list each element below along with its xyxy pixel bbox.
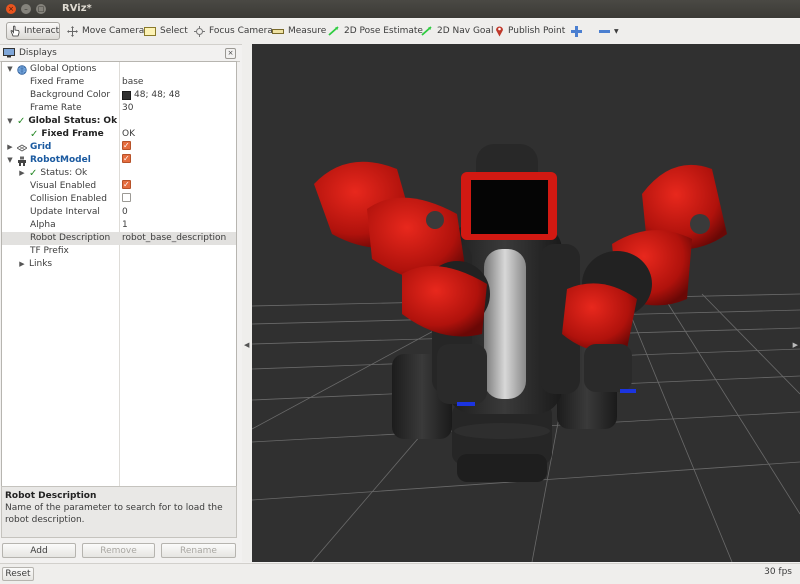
color-value[interactable]: 48; 48; 48 bbox=[122, 89, 180, 102]
check-icon: ✓ bbox=[29, 168, 38, 179]
visual-enabled-checkbox[interactable] bbox=[122, 178, 131, 191]
property-label: Background Color bbox=[30, 90, 111, 100]
window-title: RViz* bbox=[62, 3, 92, 14]
grid-icon bbox=[17, 144, 27, 151]
property-label: Collision Enabled bbox=[30, 194, 107, 204]
map-pin-icon bbox=[496, 26, 503, 37]
add-tool-button[interactable] bbox=[568, 22, 585, 40]
description-text: Name of the parameter to search for to l… bbox=[5, 503, 223, 525]
tree-row-global-options[interactable]: ▼ Global Options bbox=[2, 63, 236, 76]
pose-arrow-icon bbox=[328, 26, 339, 36]
hand-cursor-icon bbox=[10, 25, 20, 37]
tree-row-links[interactable]: ▶ Links bbox=[2, 258, 236, 271]
title-bar: × – □ RViz* bbox=[0, 0, 800, 18]
displays-panel: Displays × ▼ Global Options Fixed Frame … bbox=[0, 44, 240, 564]
tree-row-robot-description[interactable]: Robot Description robot_base_description bbox=[2, 232, 236, 245]
panel-close-icon[interactable]: × bbox=[225, 48, 236, 59]
tool-2d-nav-goal[interactable]: 2D Nav Goal bbox=[418, 22, 496, 40]
reset-button[interactable]: Reset bbox=[2, 567, 34, 581]
panel-splitter[interactable]: ◀ bbox=[242, 44, 252, 562]
robot-model-icon bbox=[18, 156, 26, 166]
monitor-icon bbox=[3, 47, 15, 57]
property-value[interactable]: robot_base_description bbox=[122, 232, 226, 245]
tree-row-collision-enabled[interactable]: Collision Enabled bbox=[2, 193, 236, 206]
tree-row-robotmodel[interactable]: ▼ RobotModel bbox=[2, 152, 236, 167]
property-label: Fixed Frame bbox=[30, 77, 85, 87]
rename-button[interactable]: Rename bbox=[161, 543, 236, 558]
chevron-down-icon: ▼ bbox=[614, 27, 619, 35]
robot-scene bbox=[252, 144, 800, 562]
minus-icon bbox=[599, 29, 610, 33]
tool-2d-pose-estimate[interactable]: 2D Pose Estimate bbox=[325, 22, 426, 40]
nav-arrow-icon bbox=[421, 26, 432, 36]
panel-title: Displays bbox=[19, 47, 57, 58]
grid-enabled-checkbox[interactable] bbox=[122, 139, 131, 152]
expand-arrow-icon[interactable]: ▶ bbox=[18, 258, 26, 271]
move-camera-icon bbox=[67, 25, 78, 37]
property-value[interactable]: 0 bbox=[122, 206, 128, 219]
tree-row-frame-rate[interactable]: Frame Rate 30 bbox=[2, 102, 236, 115]
tool-select[interactable]: Select bbox=[141, 22, 191, 40]
property-label: Robot Description bbox=[30, 233, 111, 243]
globe-icon bbox=[17, 64, 27, 75]
tree-row-update-interval[interactable]: Update Interval 0 bbox=[2, 206, 236, 219]
property-value[interactable]: base bbox=[122, 76, 143, 89]
tool-publish-point[interactable]: Publish Point bbox=[492, 22, 568, 40]
ruler-icon bbox=[272, 28, 284, 34]
property-value[interactable]: 30 bbox=[122, 102, 133, 115]
minimize-window-icon[interactable]: – bbox=[21, 4, 31, 14]
expand-arrow-icon[interactable]: ▼ bbox=[6, 115, 14, 128]
property-label: Alpha bbox=[30, 220, 56, 230]
property-label: Frame Rate bbox=[30, 103, 82, 113]
maximize-window-icon[interactable]: □ bbox=[36, 4, 46, 14]
collapse-right-arrow-icon[interactable]: ▶ bbox=[793, 341, 798, 349]
tool-measure[interactable]: Measure bbox=[269, 22, 329, 40]
tree-row-grid[interactable]: ▶ Grid bbox=[2, 139, 236, 154]
select-box-icon bbox=[144, 26, 156, 36]
tool-move-camera[interactable]: Move Camera bbox=[64, 22, 147, 40]
tree-row-background-color[interactable]: Background Color 48; 48; 48 bbox=[2, 89, 236, 102]
property-label: Update Interval bbox=[30, 207, 100, 217]
focus-camera-icon bbox=[194, 25, 205, 37]
remove-button[interactable]: Remove bbox=[82, 543, 155, 558]
tree-row-visual-enabled[interactable]: Visual Enabled bbox=[2, 178, 236, 193]
check-icon: ✓ bbox=[30, 129, 39, 140]
expand-arrow-icon[interactable]: ▶ bbox=[18, 167, 26, 180]
check-icon: ✓ bbox=[17, 116, 26, 127]
displays-tree: ▼ Global Options Fixed Frame base Backgr… bbox=[1, 61, 237, 526]
tree-row-global-status[interactable]: ▼ ✓ Global Status: Ok bbox=[2, 115, 236, 128]
expand-arrow-icon[interactable]: ▼ bbox=[6, 63, 14, 76]
tree-row-fixed-frame-status[interactable]: ✓ Fixed Frame OK bbox=[2, 128, 236, 141]
add-button[interactable]: Add bbox=[2, 543, 76, 558]
expand-arrow-icon[interactable]: ▼ bbox=[6, 154, 14, 167]
robot-head-screen bbox=[461, 172, 557, 240]
status-bar: Reset 30 fps bbox=[0, 563, 800, 584]
robotmodel-enabled-checkbox[interactable] bbox=[122, 152, 131, 165]
tree-row-status-ok[interactable]: ▶ ✓ Status: Ok bbox=[2, 167, 236, 180]
property-label: TF Prefix bbox=[30, 246, 69, 256]
plus-icon bbox=[571, 25, 582, 37]
property-label: Visual Enabled bbox=[30, 181, 97, 191]
property-description: Robot Description Name of the parameter … bbox=[1, 486, 237, 538]
tool-focus-camera[interactable]: Focus Camera bbox=[191, 22, 276, 40]
displays-panel-header: Displays × bbox=[0, 44, 240, 62]
tree-row-alpha[interactable]: Alpha 1 bbox=[2, 219, 236, 232]
tree-row-tf-prefix[interactable]: TF Prefix bbox=[2, 245, 236, 258]
property-value[interactable]: 1 bbox=[122, 219, 128, 232]
collision-enabled-checkbox[interactable] bbox=[122, 193, 131, 202]
tree-row-fixed-frame[interactable]: Fixed Frame base bbox=[2, 76, 236, 89]
expand-arrow-icon[interactable]: ▶ bbox=[6, 141, 14, 154]
color-swatch[interactable] bbox=[122, 91, 131, 100]
close-window-icon[interactable]: × bbox=[6, 4, 16, 14]
fps-readout: 30 fps bbox=[764, 567, 792, 577]
collapse-left-arrow-icon[interactable]: ◀ bbox=[244, 341, 249, 349]
remove-tool-menu[interactable]: ▼ bbox=[596, 22, 622, 40]
render-viewport[interactable]: ▶ bbox=[252, 44, 800, 562]
description-title: Robot Description bbox=[5, 491, 97, 501]
tool-interact[interactable]: Interact bbox=[6, 22, 60, 40]
toolbar: Interact Move Camera Select Focus Camera… bbox=[0, 19, 800, 45]
